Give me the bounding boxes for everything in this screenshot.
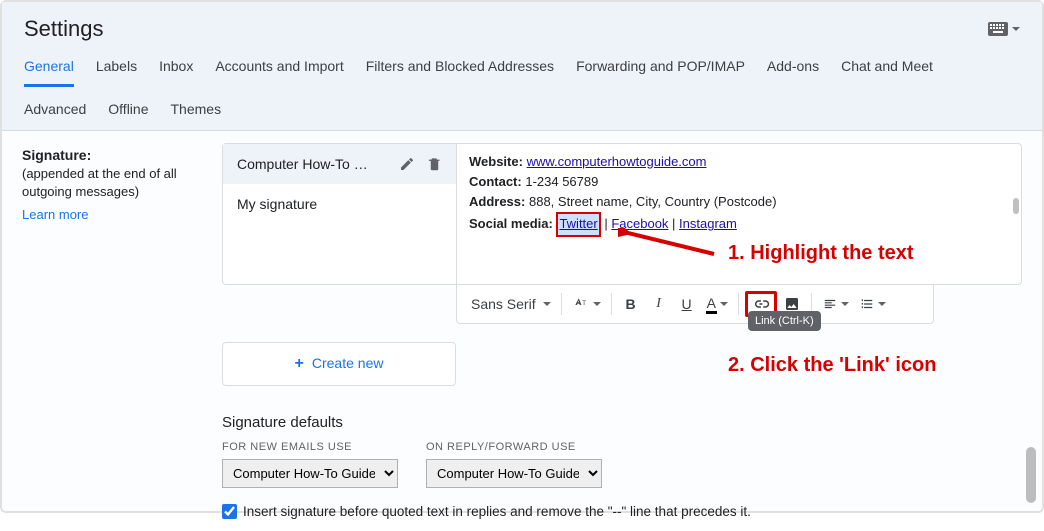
bold-button[interactable]: B: [618, 291, 644, 317]
learn-more-link[interactable]: Learn more: [22, 207, 88, 222]
tab-offline[interactable]: Offline: [108, 101, 148, 130]
tab-inbox[interactable]: Inbox: [159, 58, 193, 87]
input-tools-button[interactable]: [988, 22, 1020, 36]
plus-icon: +: [295, 355, 304, 372]
chevron-down-icon: [878, 302, 886, 306]
signature-item-label: My signature: [237, 196, 317, 212]
create-new-label: Create new: [312, 355, 384, 371]
keyboard-icon: [988, 22, 1008, 36]
chevron-down-icon: [720, 302, 728, 306]
tab-labels[interactable]: Labels: [96, 58, 137, 87]
tab-filters[interactable]: Filters and Blocked Addresses: [366, 58, 554, 87]
tab-advanced[interactable]: Advanced: [24, 101, 86, 130]
italic-button[interactable]: I: [646, 291, 672, 317]
chevron-down-icon: [543, 302, 551, 306]
link-tooltip: Link (Ctrl-K): [748, 311, 821, 331]
font-size-button[interactable]: T: [568, 291, 605, 317]
format-toolbar: Sans Serif T B I U A: [456, 285, 934, 324]
facebook-link[interactable]: Facebook: [611, 216, 668, 231]
chevron-down-icon: [841, 302, 849, 306]
pencil-icon[interactable]: [399, 156, 415, 172]
address-label: Address:: [469, 194, 525, 209]
website-label: Website:: [469, 154, 523, 169]
tabs-primary: General Labels Inbox Accounts and Import…: [24, 58, 1020, 87]
svg-text:T: T: [582, 300, 586, 307]
tab-addons[interactable]: Add-ons: [767, 58, 819, 87]
on-reply-label: ON REPLY/FORWARD USE: [426, 441, 602, 453]
on-reply-select[interactable]: Computer How-To Guide: [426, 459, 602, 488]
numbered-list-icon: [859, 297, 875, 311]
social-label: Social media:: [469, 216, 553, 231]
underline-button[interactable]: U: [674, 291, 700, 317]
signature-editor: Computer How-To Gui… My signature Websit…: [222, 143, 1022, 285]
tabs-secondary: Advanced Offline Themes: [24, 87, 1020, 130]
text-size-icon: T: [572, 297, 590, 311]
align-button[interactable]: [818, 291, 853, 317]
tab-general[interactable]: General: [24, 58, 74, 87]
defaults-heading: Signature defaults: [222, 414, 1022, 431]
chevron-down-icon: [1012, 27, 1020, 31]
twitter-link[interactable]: Twitter: [556, 212, 600, 236]
for-new-select[interactable]: Computer How-To Guide: [222, 459, 398, 488]
text-color-button[interactable]: A: [702, 291, 732, 317]
signature-list: Computer How-To Gui… My signature: [223, 144, 457, 284]
create-new-button[interactable]: + Create new: [222, 342, 456, 386]
page-scrollbar-thumb[interactable]: [1026, 447, 1036, 503]
chevron-down-icon: [593, 302, 601, 306]
page-title: Settings: [24, 16, 104, 42]
contact-label: Contact:: [469, 174, 522, 189]
insert-before-quote-checkbox[interactable]: [222, 504, 237, 519]
signature-item-label: Computer How-To Gui…: [237, 156, 377, 172]
tab-chat[interactable]: Chat and Meet: [841, 58, 933, 87]
tab-forwarding[interactable]: Forwarding and POP/IMAP: [576, 58, 745, 87]
tab-accounts[interactable]: Accounts and Import: [215, 58, 343, 87]
signature-heading: Signature:: [22, 147, 222, 163]
tab-themes[interactable]: Themes: [171, 101, 222, 130]
font-family-select[interactable]: Sans Serif: [465, 291, 555, 317]
website-link[interactable]: www.computerhowtoguide.com: [527, 154, 707, 169]
list-button[interactable]: [855, 291, 890, 317]
trash-icon[interactable]: [427, 156, 442, 172]
signature-preview[interactable]: Website: www.computerhowtoguide.com Cont…: [457, 144, 1021, 284]
address-value: 888, Street name, City, Country (Postcod…: [529, 194, 777, 209]
insert-before-quote-label: Insert signature before quoted text in r…: [243, 504, 751, 519]
contact-value: 1-234 56789: [525, 174, 598, 189]
signature-item-2[interactable]: My signature: [223, 184, 456, 224]
scrollbar-thumb[interactable]: [1013, 198, 1019, 214]
for-new-label: FOR NEW EMAILS USE: [222, 441, 398, 453]
font-name: Sans Serif: [471, 296, 536, 312]
align-icon: [822, 297, 838, 311]
image-icon: [784, 296, 800, 312]
signature-item-1[interactable]: Computer How-To Gui…: [223, 144, 456, 184]
instagram-link[interactable]: Instagram: [679, 216, 737, 231]
signature-description: (appended at the end of all outgoing mes…: [22, 165, 222, 201]
